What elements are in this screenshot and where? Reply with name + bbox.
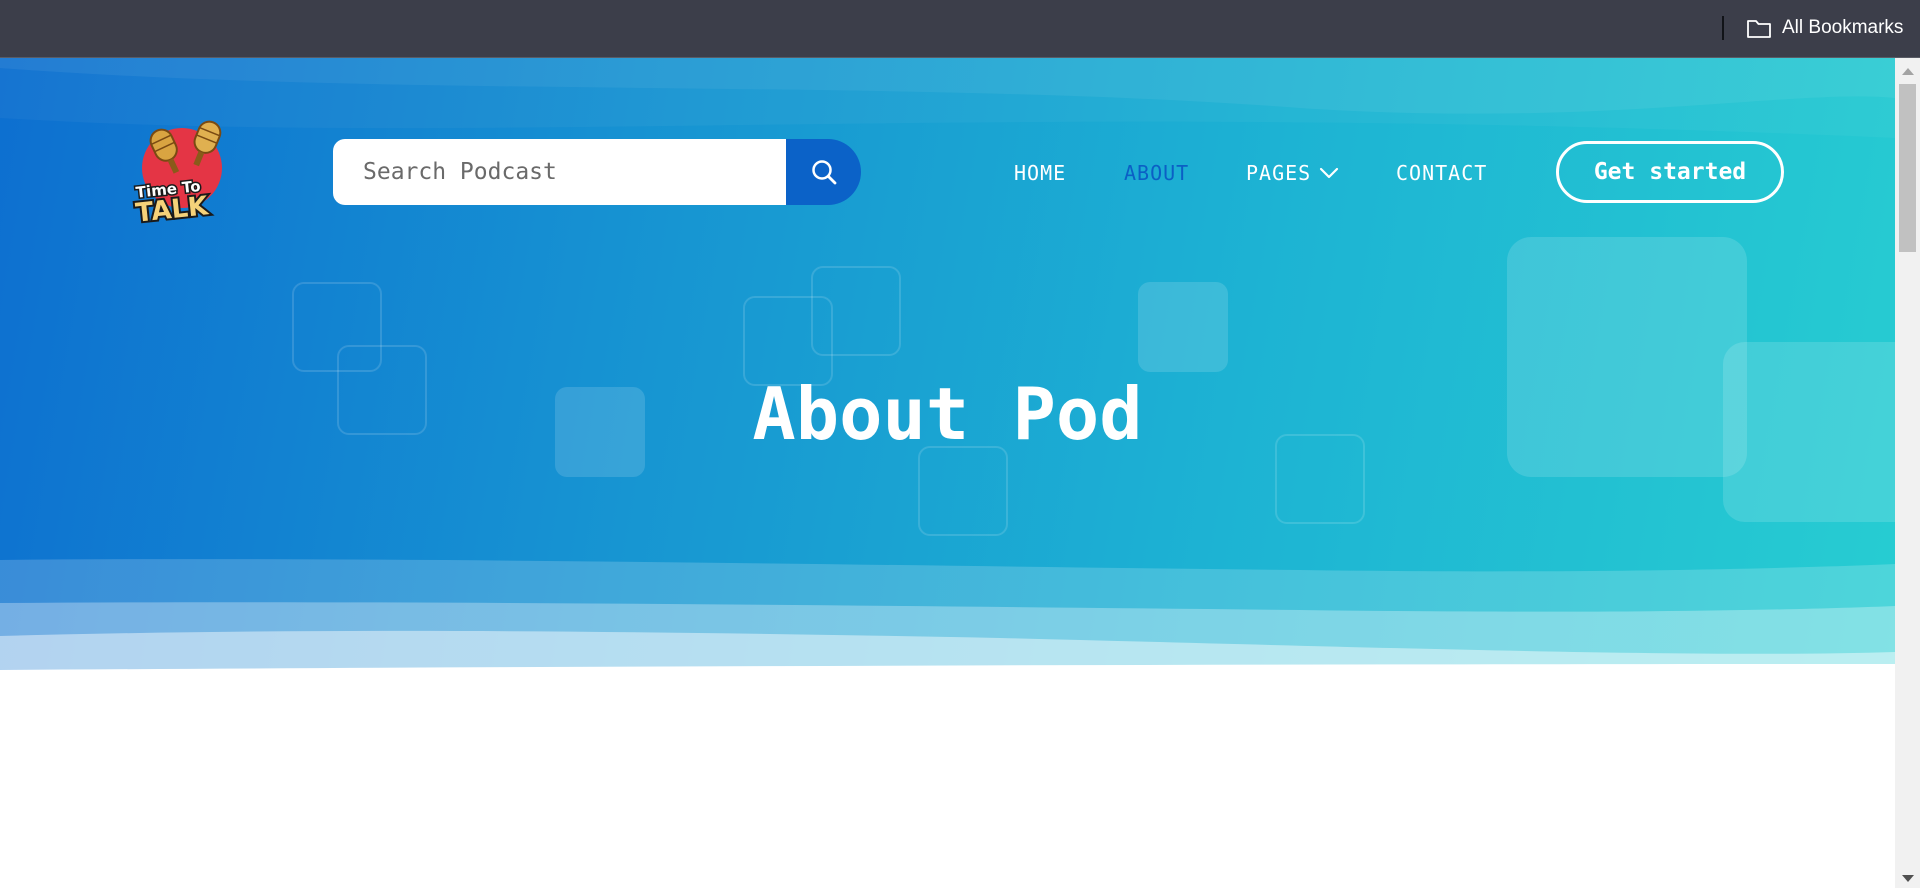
page-title: About Pod (752, 372, 1143, 456)
nav-home[interactable]: HOME (1014, 160, 1066, 186)
search-icon (811, 160, 836, 185)
search-button[interactable] (786, 139, 861, 205)
get-started-button[interactable]: Get started (1556, 141, 1784, 203)
nav-contact[interactable]: CONTACT (1396, 160, 1487, 186)
page-viewport: Time To TALK HOME ABOUT PAGES CONTACT Ge… (0, 58, 1895, 888)
decorative-square (811, 266, 901, 356)
search-bar (333, 139, 861, 205)
all-bookmarks-label: All Bookmarks (1782, 17, 1904, 38)
nav-about[interactable]: ABOUT (1124, 160, 1189, 186)
bookmarks-bar: All Bookmarks (0, 0, 1920, 58)
nav-about-label: ABOUT (1124, 161, 1190, 185)
scroll-up-arrow-icon[interactable] (1902, 68, 1914, 75)
search-input[interactable] (333, 139, 786, 205)
nav-home-label: HOME (1014, 161, 1067, 185)
nav-contact-label: CONTACT (1396, 161, 1488, 185)
folder-icon (1747, 20, 1771, 38)
decorative-square (1138, 282, 1228, 372)
nav-pages-label: PAGES (1246, 161, 1312, 185)
site-logo[interactable]: Time To TALK (132, 114, 236, 226)
scrollbar[interactable] (1895, 58, 1920, 888)
chevron-down-icon (1320, 167, 1339, 179)
hero-banner: Time To TALK HOME ABOUT PAGES CONTACT Ge… (0, 58, 1895, 698)
scrollbar-thumb[interactable] (1899, 84, 1916, 252)
decorative-square (918, 446, 1008, 536)
nav-pages[interactable]: PAGES (1246, 160, 1339, 186)
scroll-down-arrow-icon[interactable] (1902, 875, 1914, 882)
bookmarks-separator (1722, 16, 1724, 40)
all-bookmarks-button[interactable]: All Bookmarks (1746, 14, 1903, 42)
